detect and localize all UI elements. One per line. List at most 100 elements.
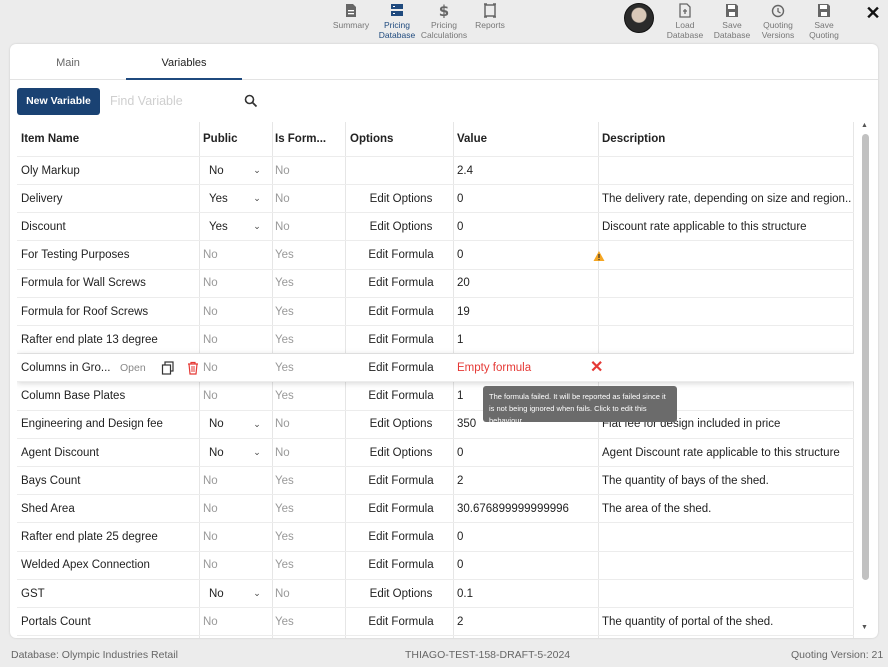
- edit-options-button[interactable]: Edit Formula: [348, 524, 454, 551]
- table-row[interactable]: Delivery Yes ⌄ No Edit Options 0 The delivery …: [17, 185, 854, 214]
- is-formula-value: No: [275, 587, 290, 600]
- value-cell[interactable]: 30.676899999999996: [457, 495, 599, 522]
- header-options[interactable]: Options: [348, 122, 454, 156]
- copy-icon[interactable]: [161, 361, 175, 375]
- description-cell: [602, 242, 852, 269]
- edit-options-button[interactable]: Edit Formula: [348, 242, 454, 269]
- table-row[interactable]: Columns in Gro... Open No Yes Edit Formula Em…: [17, 354, 854, 383]
- table-row[interactable]: Discount Yes ⌄ No Edit Options 0 Discount rate…: [17, 213, 854, 242]
- status-quoting-version: Quoting Version: 21: [791, 649, 884, 661]
- value-cell[interactable]: 19: [457, 298, 599, 325]
- table-row[interactable]: Engineering and Design fee No ⌄ No Edit Opti…: [17, 411, 854, 439]
- description-cell: Agent Discount rate applicable to this s…: [602, 446, 840, 459]
- table-row[interactable]: Formula for Roof Screws No Yes Edit Formula…: [17, 298, 854, 326]
- vertical-scrollbar[interactable]: ▲ ▼: [859, 122, 871, 634]
- public-value: No: [203, 333, 218, 346]
- edit-options-button[interactable]: Edit Options: [348, 580, 454, 607]
- value-cell[interactable]: 2: [457, 608, 599, 635]
- public-select[interactable]: No ⌄: [203, 580, 271, 607]
- close-icon[interactable]: ✕: [864, 4, 882, 22]
- tab-main[interactable]: Main: [10, 44, 126, 80]
- save-database-button[interactable]: Save Database: [708, 3, 756, 43]
- table-row[interactable]: Shed Area No Yes Edit Formula 30.67689999999…: [17, 495, 854, 524]
- value-cell[interactable]: 1: [457, 326, 599, 353]
- table-row[interactable]: GST No ⌄ No Edit Options 0.1: [17, 580, 854, 608]
- edit-options-button[interactable]: Edit Formula: [348, 495, 454, 522]
- search-icon[interactable]: [244, 94, 258, 108]
- tab-variables[interactable]: Variables: [126, 44, 242, 80]
- edit-options-button[interactable]: Edit Formula: [348, 467, 454, 494]
- save-quoting-button[interactable]: Save Quoting: [800, 3, 848, 43]
- value-cell[interactable]: 0.1: [457, 580, 599, 607]
- summary-icon: [346, 4, 356, 17]
- value-cell[interactable]: 20: [457, 270, 599, 297]
- summary-button[interactable]: Summary: [327, 3, 375, 43]
- edit-options-button[interactable]: Edit Formula: [348, 326, 454, 353]
- public-select[interactable]: No ⌄: [203, 411, 271, 438]
- open-link[interactable]: Open: [120, 354, 146, 382]
- is-formula-value: Yes: [275, 249, 294, 262]
- table-row[interactable]: For Testing Purposes No Yes Edit Formula 0: [17, 242, 854, 270]
- header-value[interactable]: Value: [457, 122, 599, 156]
- public-value: No: [203, 531, 218, 544]
- edit-options-button[interactable]: Edit Options: [348, 439, 454, 466]
- reports-button[interactable]: Reports: [466, 3, 514, 43]
- edit-options-button[interactable]: Edit Formula: [348, 552, 454, 579]
- chevron-down-icon: ⌄: [253, 418, 261, 429]
- load-database-button[interactable]: Load Database: [661, 3, 709, 43]
- public-select[interactable]: Yes ⌄: [203, 185, 271, 212]
- table-row[interactable]: Agent Discount No ⌄ No Edit Options 0 Agent Di…: [17, 439, 854, 467]
- edit-options-button[interactable]: Edit Formula: [348, 298, 454, 325]
- value-cell[interactable]: 0: [457, 524, 599, 551]
- save-icon: [726, 4, 738, 17]
- edit-options-button[interactable]: Edit Options: [348, 411, 454, 438]
- edit-options-button[interactable]: Edit Options: [348, 185, 454, 212]
- pricing-database-button[interactable]: Pricing Database: [373, 3, 421, 43]
- table-row[interactable]: Rafter end plate 25 degree No Yes Edit Form…: [17, 524, 854, 552]
- edit-options-button[interactable]: Edit Formula: [348, 383, 454, 410]
- table-row[interactable]: Oly Markup No ⌄ No 2.4: [17, 157, 854, 185]
- edit-options-button[interactable]: Edit Formula: [348, 354, 454, 381]
- table-row[interactable]: Portals Count No Yes Edit Formula 2 The quant…: [17, 608, 854, 637]
- search-input[interactable]: [110, 90, 240, 112]
- table-row[interactable]: Rafter end plate 13 degree No Yes Edit Form…: [17, 326, 854, 355]
- header-is-formula[interactable]: Is Form...: [275, 122, 345, 156]
- edit-options-button[interactable]: Edit Formula: [348, 270, 454, 297]
- edit-options-button[interactable]: Edit Formula: [348, 608, 454, 635]
- table-row[interactable]: Bays Count No Yes Edit Formula 2 The quantity…: [17, 467, 854, 496]
- edit-options-button[interactable]: Edit Options: [348, 213, 454, 240]
- value-cell[interactable]: 0: [457, 552, 599, 579]
- public-select[interactable]: No ⌄: [203, 439, 271, 466]
- description-cell: Discount rate applicable to this structu…: [602, 220, 807, 233]
- is-formula-value: Yes: [275, 559, 294, 572]
- scroll-up-icon[interactable]: ▲: [861, 122, 868, 129]
- is-formula-value: No: [275, 192, 290, 205]
- public-select[interactable]: Yes ⌄: [203, 213, 271, 240]
- value-cell[interactable]: 0: [457, 242, 599, 269]
- table-row[interactable]: Welded Apex Connection No Yes Edit Formula 0: [17, 552, 854, 580]
- user-avatar[interactable]: [624, 3, 654, 33]
- chevron-down-icon: ⌄: [253, 165, 261, 175]
- value-cell[interactable]: Empty formula: [457, 354, 599, 381]
- pricing-calculations-button[interactable]: $ Pricing Calculations: [420, 3, 468, 43]
- is-formula-value: Yes: [275, 305, 294, 318]
- scroll-down-icon[interactable]: ▼: [861, 624, 868, 631]
- value-cell[interactable]: 2.4: [457, 157, 599, 184]
- value-cell[interactable]: 0: [457, 185, 599, 212]
- scroll-thumb[interactable]: [862, 134, 869, 580]
- is-formula-value: Yes: [275, 502, 294, 515]
- header-item-name[interactable]: Item Name: [21, 122, 199, 156]
- value-cell[interactable]: 0: [457, 439, 599, 466]
- new-variable-button[interactable]: New Variable: [17, 88, 100, 115]
- public-select[interactable]: No ⌄: [203, 157, 271, 184]
- header-public[interactable]: Public: [203, 122, 271, 156]
- header-description[interactable]: Description: [602, 122, 852, 156]
- value-cell[interactable]: 0: [457, 213, 599, 240]
- item-name: Rafter end plate 25 degree: [21, 531, 158, 544]
- table-row[interactable]: Column Base PlatesNoYesEdit Formula1= in…: [17, 383, 854, 411]
- table-row[interactable]: Formula for Wall Screws No Yes Edit Formula…: [17, 270, 854, 298]
- value-cell[interactable]: 2: [457, 467, 599, 494]
- trash-icon[interactable]: [186, 361, 200, 375]
- svg-text:$: $: [439, 3, 449, 18]
- quoting-versions-button[interactable]: Quoting Versions: [754, 3, 802, 43]
